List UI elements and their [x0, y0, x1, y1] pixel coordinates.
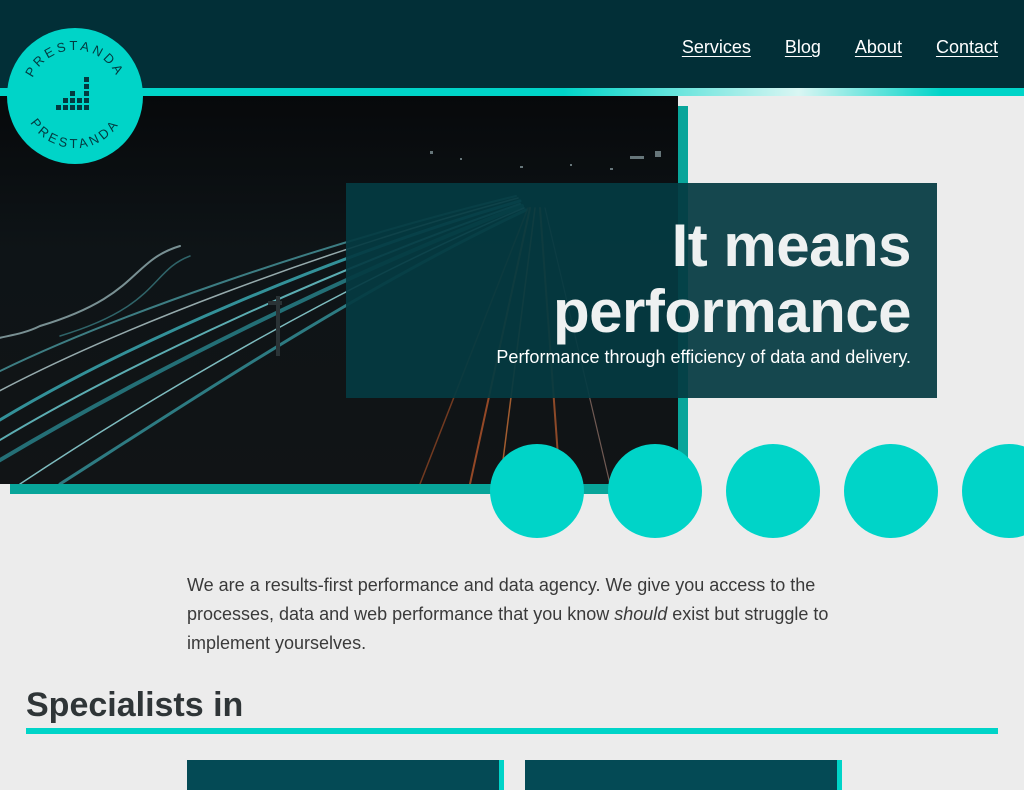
decorative-circle — [490, 444, 584, 538]
hero-subtitle: Performance through efficiency of data a… — [496, 347, 911, 367]
decorative-circle — [844, 444, 938, 538]
site-logo[interactable]: PRESTANDA PRESTANDA — [7, 28, 143, 164]
main-nav: Services Blog About Contact — [682, 37, 998, 58]
bar-chart-dots-icon — [56, 77, 89, 110]
intro-emphasis: should — [614, 604, 668, 624]
nav-link-about[interactable]: About — [855, 37, 902, 58]
decorative-circle — [608, 444, 702, 538]
hero-title: It means performance — [553, 212, 911, 345]
nav-link-services[interactable]: Services — [682, 37, 751, 58]
decorative-circle — [726, 444, 820, 538]
logo-text-top: PRESTANDA — [22, 38, 125, 79]
specialist-card[interactable] — [525, 760, 842, 790]
specialist-card[interactable] — [187, 760, 504, 790]
nav-link-contact[interactable]: Contact — [936, 37, 998, 58]
header-accent-line — [0, 88, 1024, 96]
hero-text-box: It means performance Performance through… — [346, 183, 937, 398]
intro-paragraph: We are a results-first performance and d… — [187, 571, 847, 658]
logo-text-bottom: PRESTANDA — [28, 116, 119, 152]
svg-text:PRESTANDA: PRESTANDA — [22, 38, 128, 79]
specialists-heading: Specialists in — [26, 686, 244, 724]
nav-link-blog[interactable]: Blog — [785, 37, 821, 58]
svg-text:PRESTANDA: PRESTANDA — [28, 116, 123, 152]
site-header: Services Blog About Contact — [0, 0, 1024, 88]
decorative-circle — [962, 444, 1024, 538]
specialists-underline — [26, 728, 998, 734]
